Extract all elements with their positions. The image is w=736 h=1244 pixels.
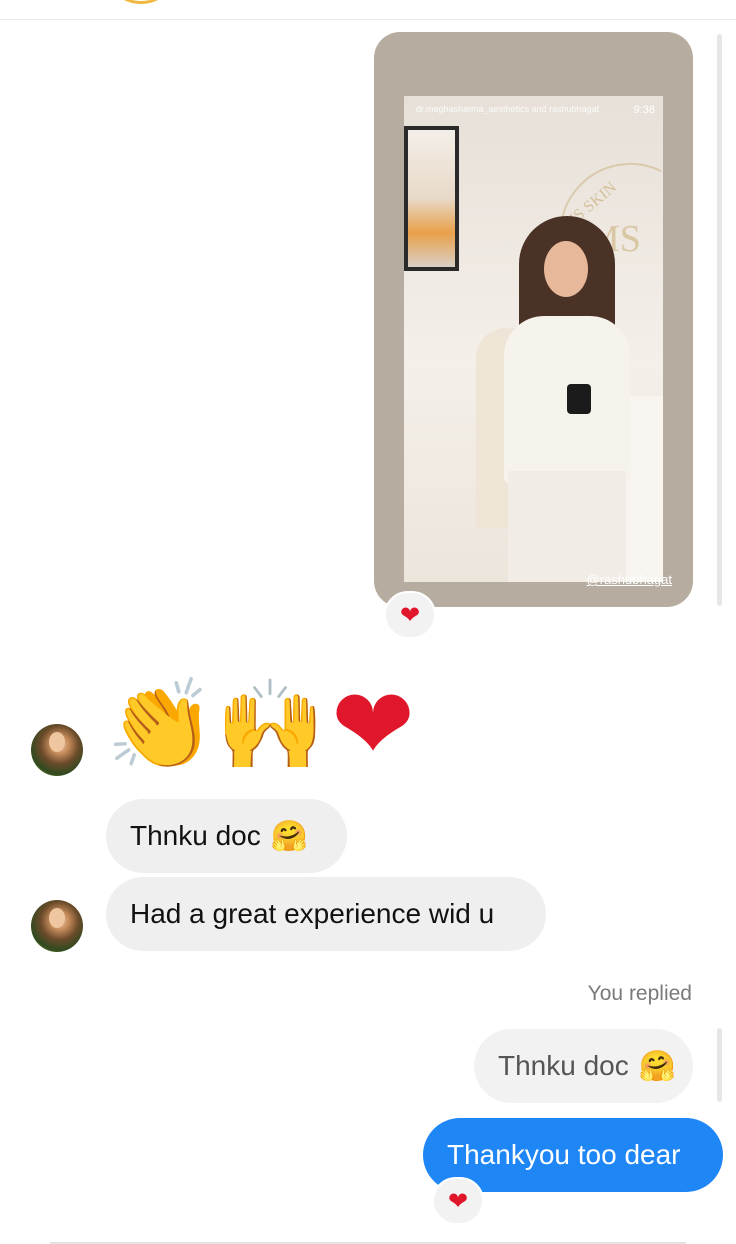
story-mention-tag[interactable]: @rashubhagat bbox=[587, 572, 672, 587]
red-heart-icon: ❤ bbox=[331, 668, 415, 781]
coffee-mug bbox=[567, 384, 591, 414]
clapping-hands-icon: 👏 bbox=[106, 674, 216, 774]
message-text: Had a great experience wid u bbox=[130, 898, 495, 929]
story-ring-avatar[interactable] bbox=[116, 0, 166, 4]
quoted-reply-bubble[interactable]: Thnku doc 🤗 bbox=[474, 1029, 693, 1103]
dm-conversation-screen: MS MS SKIN dr.meghasharma_aesthetics and… bbox=[0, 0, 736, 1244]
received-message-bubble[interactable]: Thnku doc 🤗 bbox=[106, 799, 347, 873]
story-heart-reaction[interactable]: ❤ bbox=[384, 591, 436, 639]
person-face bbox=[544, 241, 588, 297]
heart-icon: ❤ bbox=[447, 1187, 469, 1215]
raised-hands-icon: 🙌 bbox=[215, 674, 326, 774]
story-timestamp: 9:38 bbox=[633, 104, 655, 116]
person-legs bbox=[508, 471, 626, 582]
story-header-usernames: dr.meghasharma_aesthetics and rashubhaga… bbox=[416, 104, 600, 114]
scrollbar-upper[interactable] bbox=[717, 34, 722, 606]
message-text: Thnku doc bbox=[130, 820, 261, 851]
emoji-message[interactable]: 👏 🙌 ❤ bbox=[106, 672, 415, 777]
received-message-bubble[interactable]: Had a great experience wid u bbox=[106, 877, 546, 951]
message-text: Thankyou too dear bbox=[447, 1139, 681, 1170]
hugging-face-icon: 🤗 bbox=[638, 1049, 677, 1083]
scrollbar-lower[interactable] bbox=[717, 1028, 722, 1102]
header-bar bbox=[0, 0, 736, 20]
shared-story-card[interactable]: MS MS SKIN dr.meghasharma_aesthetics and… bbox=[374, 32, 693, 607]
sender-avatar[interactable] bbox=[31, 724, 83, 776]
sender-avatar[interactable] bbox=[31, 900, 83, 952]
sent-heart-reaction[interactable]: ❤ bbox=[432, 1177, 484, 1225]
hugging-face-icon: 🤗 bbox=[270, 819, 309, 853]
story-photo: MS MS SKIN dr.meghasharma_aesthetics and… bbox=[404, 96, 663, 582]
wall-frame bbox=[404, 126, 459, 271]
you-replied-label: You replied bbox=[587, 982, 692, 1005]
heart-icon: ❤ bbox=[399, 601, 421, 629]
quoted-text: Thnku doc bbox=[498, 1050, 629, 1081]
